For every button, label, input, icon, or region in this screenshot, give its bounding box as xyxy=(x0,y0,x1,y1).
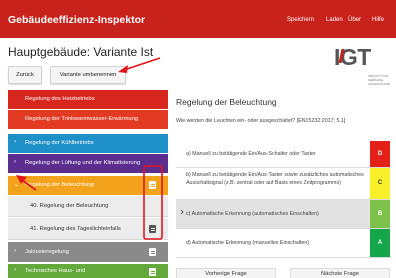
annotation-highlight-box xyxy=(143,165,163,240)
annotation-arrow-head xyxy=(118,65,128,73)
annotation-overlay xyxy=(16,57,184,240)
annotation-arrow-line xyxy=(21,179,37,191)
annotation-arrow-line xyxy=(123,57,161,71)
cursor-icon xyxy=(180,209,184,215)
